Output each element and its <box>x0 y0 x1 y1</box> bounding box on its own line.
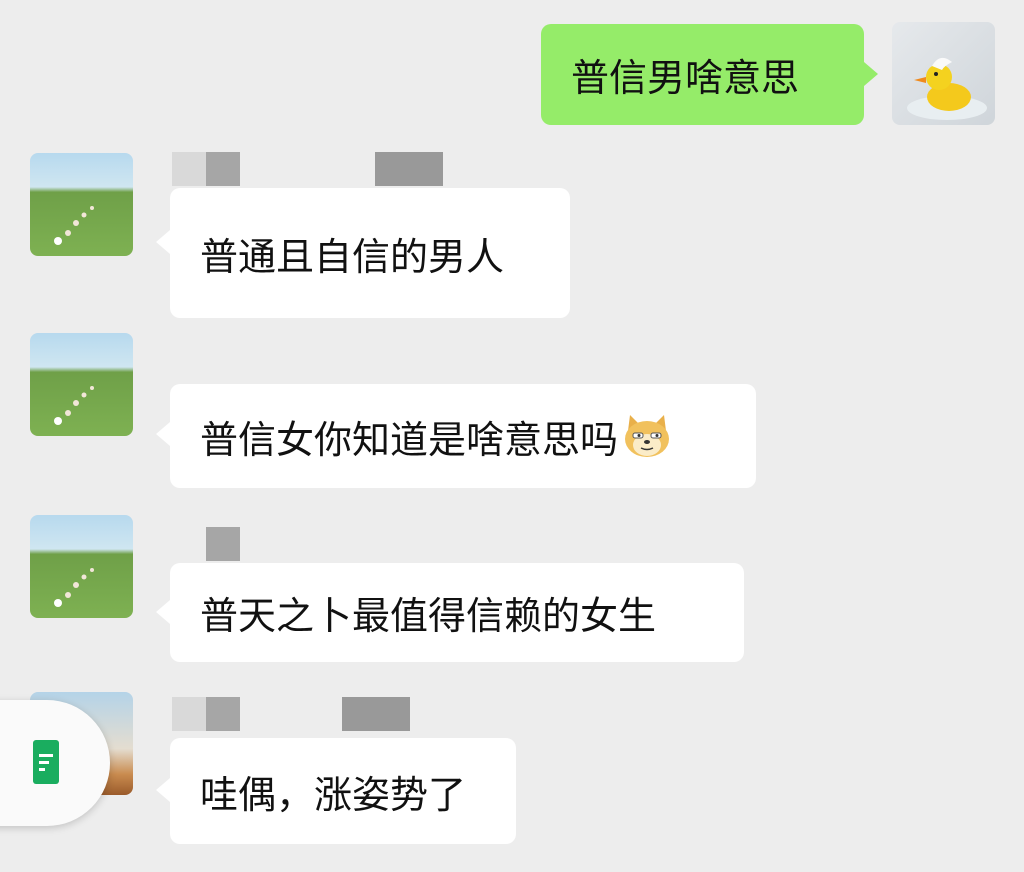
message-bubble[interactable]: 普信男啥意思 <box>541 24 864 125</box>
message-text: 普通且自信的男人 <box>200 234 505 279</box>
grass-field-graphic <box>54 568 94 607</box>
message-bubble[interactable]: 哇偶，涨姿势了 <box>170 738 516 844</box>
grass-field-graphic <box>54 386 94 425</box>
bubble-tail <box>156 230 170 254</box>
message-bubble[interactable]: 普信女你知道是啥意思吗 <box>170 384 756 488</box>
grass-field-avatar-icon[interactable] <box>30 153 133 256</box>
document-icon <box>33 740 59 784</box>
bubble-tail <box>156 600 170 624</box>
redacted-name-block <box>342 697 410 731</box>
message-text: 普信女你知道是啥意思吗 <box>200 417 619 462</box>
message-bubble[interactable]: 普天之卜最值得信赖的女生 <box>170 563 744 662</box>
grass-field-graphic <box>54 206 94 245</box>
redacted-name-block <box>206 697 240 731</box>
doge-emoji-icon <box>625 415 670 457</box>
redacted-name-block <box>206 527 240 561</box>
bubble-tail <box>156 422 170 446</box>
duck-avatar-graphic <box>907 57 987 120</box>
redacted-name-block <box>375 152 443 186</box>
redacted-name-block <box>172 152 206 186</box>
redacted-name-block <box>206 152 240 186</box>
message-bubble[interactable]: 普通且自信的男人 <box>170 188 570 318</box>
grass-field-avatar-icon[interactable] <box>30 515 133 618</box>
message-text: 普天之卜最值得信赖的女生 <box>200 594 657 638</box>
grass-field-avatar-icon[interactable] <box>30 333 133 436</box>
duck-avatar-icon[interactable] <box>892 22 995 125</box>
redacted-name-block <box>172 697 206 731</box>
bubble-tail <box>156 778 170 802</box>
message-text: 哇偶，涨姿势了 <box>200 772 467 817</box>
message-text: 普信男啥意思 <box>571 56 800 100</box>
bubble-tail <box>864 62 878 86</box>
